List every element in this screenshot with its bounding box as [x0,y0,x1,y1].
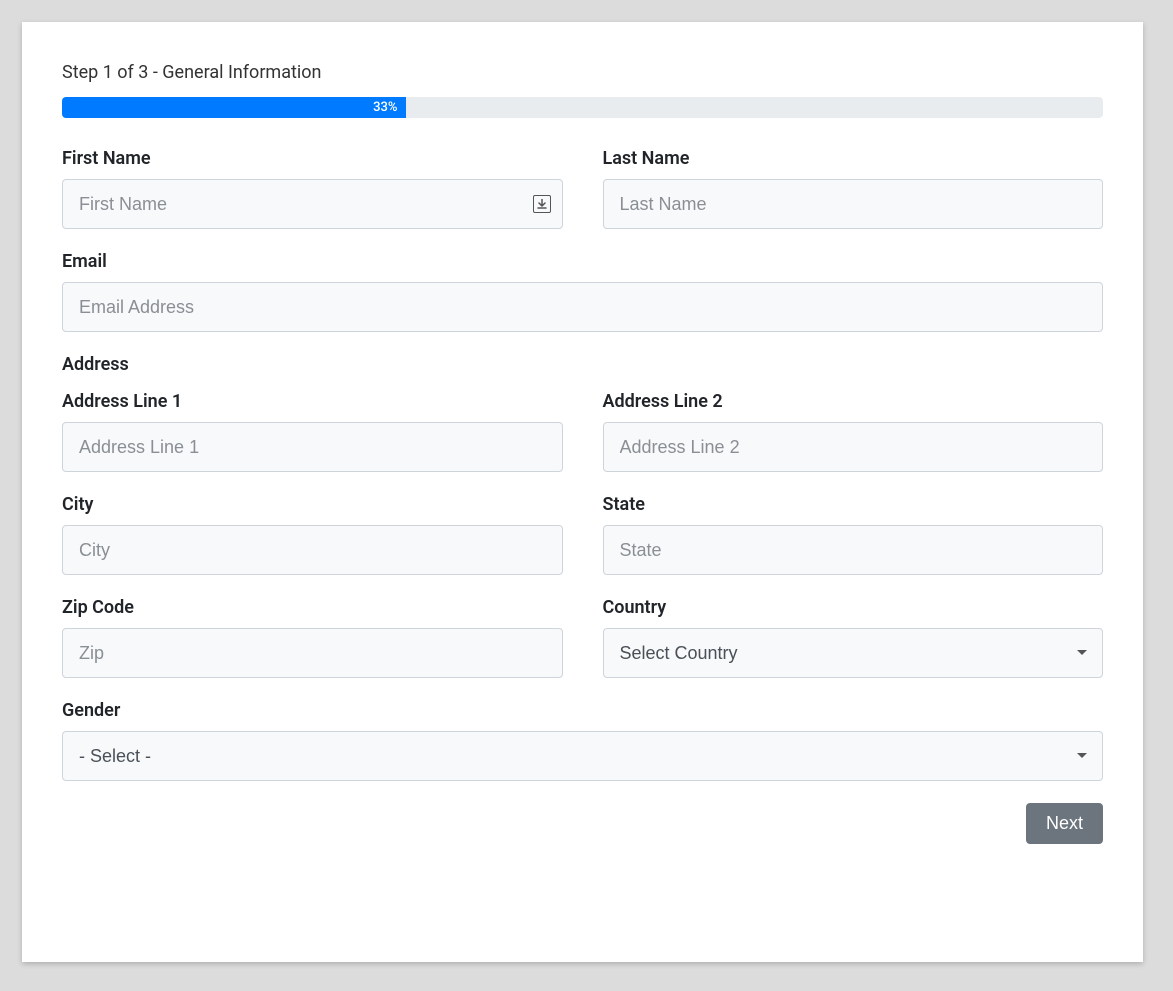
city-label: City [62,494,563,515]
email-label: Email [62,251,1103,272]
step-title: Step 1 of 3 - General Information [62,62,1103,83]
progress-label: 33% [373,100,397,115]
email-input[interactable] [62,282,1103,332]
country-label: Country [603,597,1104,618]
address1-label: Address Line 1 [62,391,563,412]
last-name-label: Last Name [603,148,1104,169]
progress-bar: 33% [62,97,406,118]
zip-label: Zip Code [62,597,563,618]
form-card: Step 1 of 3 - General Information 33% Fi… [22,22,1143,962]
state-label: State [603,494,1104,515]
city-input[interactable] [62,525,563,575]
first-name-input[interactable] [62,179,563,229]
zip-input[interactable] [62,628,563,678]
next-button[interactable]: Next [1026,803,1103,844]
first-name-label: First Name [62,148,563,169]
gender-select[interactable]: - Select - [62,731,1103,781]
state-input[interactable] [603,525,1104,575]
country-select[interactable]: Select Country [603,628,1104,678]
address-section-label: Address [62,354,1103,375]
last-name-input[interactable] [603,179,1104,229]
address1-input[interactable] [62,422,563,472]
progress-track: 33% [62,97,1103,118]
address2-input[interactable] [603,422,1104,472]
gender-label: Gender [62,700,1103,721]
address2-label: Address Line 2 [603,391,1104,412]
